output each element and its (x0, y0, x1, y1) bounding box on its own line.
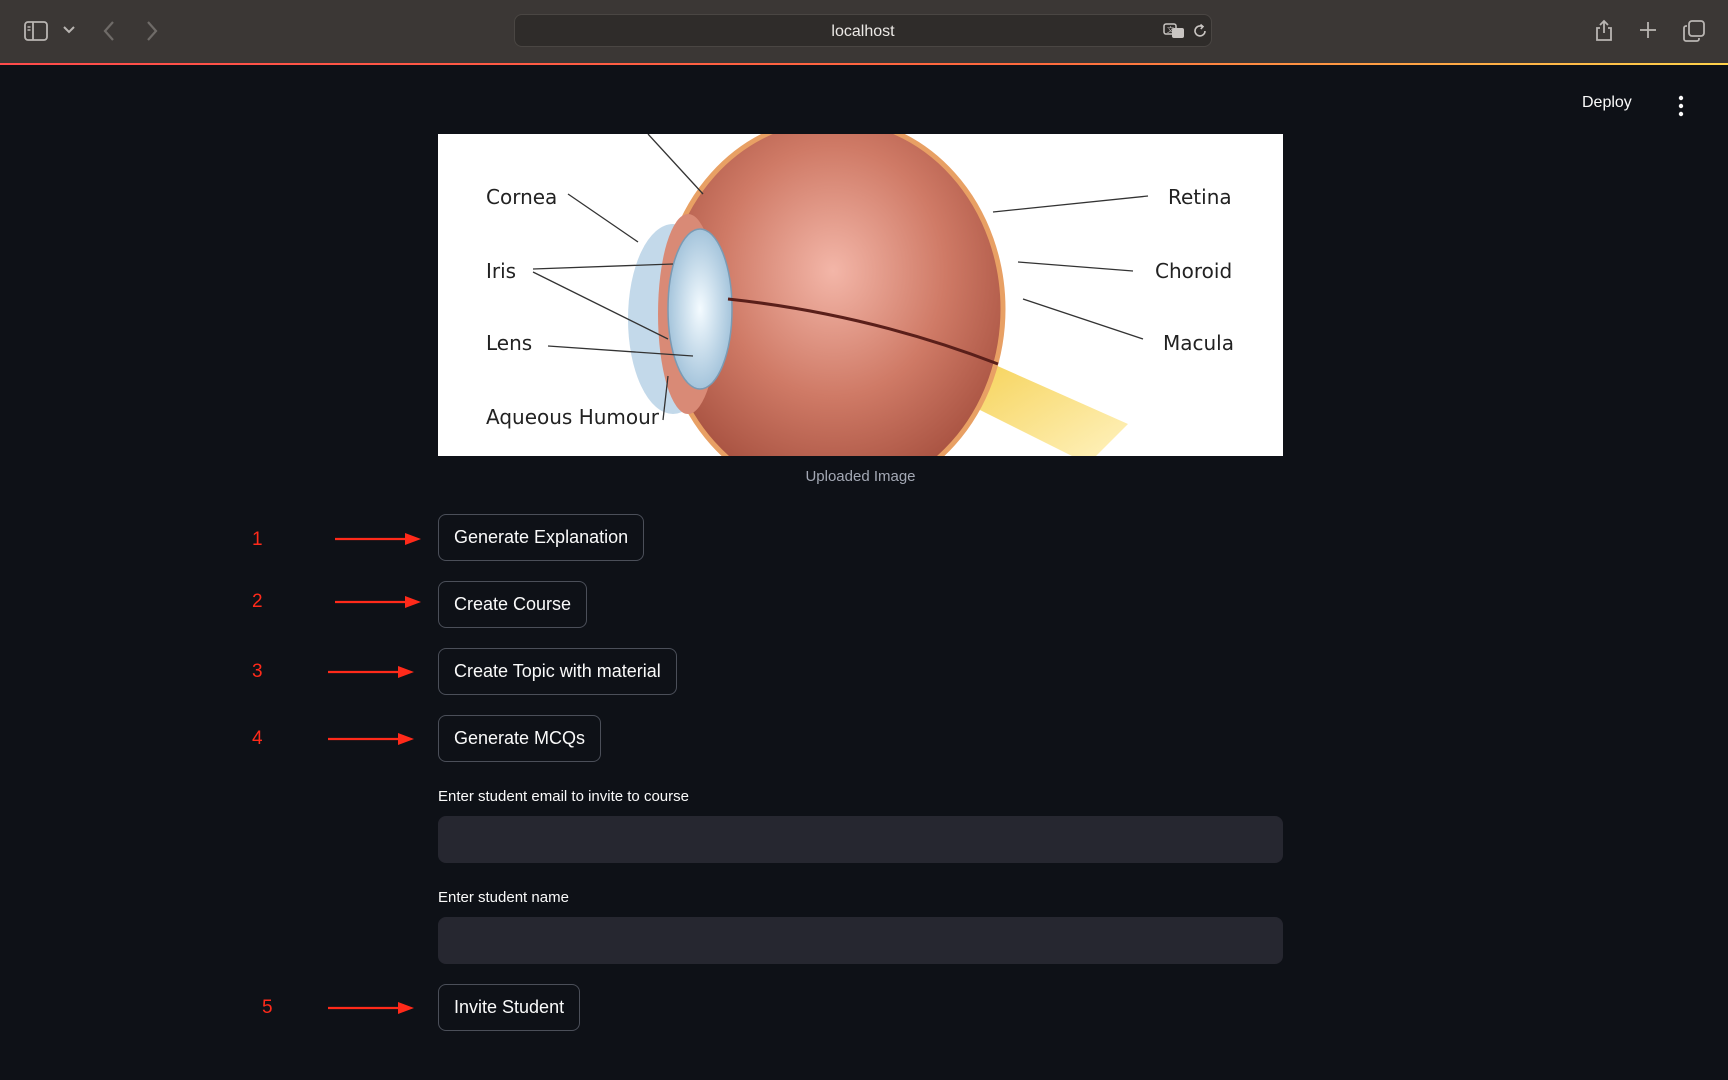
chevron-down-icon[interactable] (63, 26, 75, 34)
annotation-number: 1 (252, 529, 263, 550)
eye-diagram: Cornea Iris Lens Aqueous Humour Retina C… (486, 134, 1234, 456)
back-icon[interactable] (102, 20, 116, 42)
create-course-button[interactable]: Create Course (438, 581, 588, 628)
create-topic-button[interactable]: Create Topic with material (438, 648, 677, 695)
label-macula: Macula (1163, 331, 1234, 355)
email-field-label: Enter student email to invite to course (438, 788, 689, 805)
label-cornea: Cornea (486, 185, 557, 209)
annotation-number: 4 (252, 728, 263, 749)
tab-overview-icon[interactable] (1683, 20, 1705, 42)
invite-student-button[interactable]: Invite Student (438, 984, 581, 1031)
new-tab-icon[interactable] (1639, 21, 1657, 39)
reload-icon[interactable] (1192, 23, 1208, 39)
translate-icon[interactable]: 文 (1163, 23, 1185, 39)
annotation-arrow-icon (335, 533, 421, 545)
annotation-number: 2 (252, 591, 263, 612)
student-email-input[interactable] (438, 816, 1283, 863)
annotation-number: 5 (262, 997, 273, 1018)
annotation-arrow-icon (335, 596, 421, 608)
uploaded-image: Cornea Iris Lens Aqueous Humour Retina C… (438, 134, 1283, 456)
address-bar[interactable]: localhost 文 (514, 14, 1212, 47)
annotation-arrow-icon (328, 733, 414, 745)
generate-explanation-button[interactable]: Generate Explanation (438, 514, 645, 561)
deploy-button[interactable]: Deploy (1582, 94, 1632, 112)
annotation-arrow-icon (328, 1002, 414, 1014)
label-retina: Retina (1168, 185, 1232, 209)
label-aqueous-humour: Aqueous Humour (486, 405, 660, 429)
label-choroid: Choroid (1155, 259, 1232, 283)
annotation-arrow-icon (328, 666, 414, 678)
sidebar-toggle-icon[interactable] (24, 21, 48, 41)
address-text: localhost (831, 23, 895, 40)
annotation-number: 3 (252, 661, 263, 682)
more-options-icon[interactable] (1672, 94, 1690, 118)
loading-bar (0, 63, 1728, 65)
svg-text:文: 文 (1167, 25, 1174, 34)
student-name-input[interactable] (438, 917, 1283, 964)
label-lens: Lens (486, 331, 532, 355)
forward-icon[interactable] (145, 20, 159, 42)
share-icon[interactable] (1595, 18, 1613, 42)
label-iris: Iris (486, 259, 516, 283)
image-caption: Uploaded Image (805, 468, 916, 485)
name-field-label: Enter student name (438, 889, 569, 906)
generate-mcqs-button[interactable]: Generate MCQs (438, 715, 602, 762)
